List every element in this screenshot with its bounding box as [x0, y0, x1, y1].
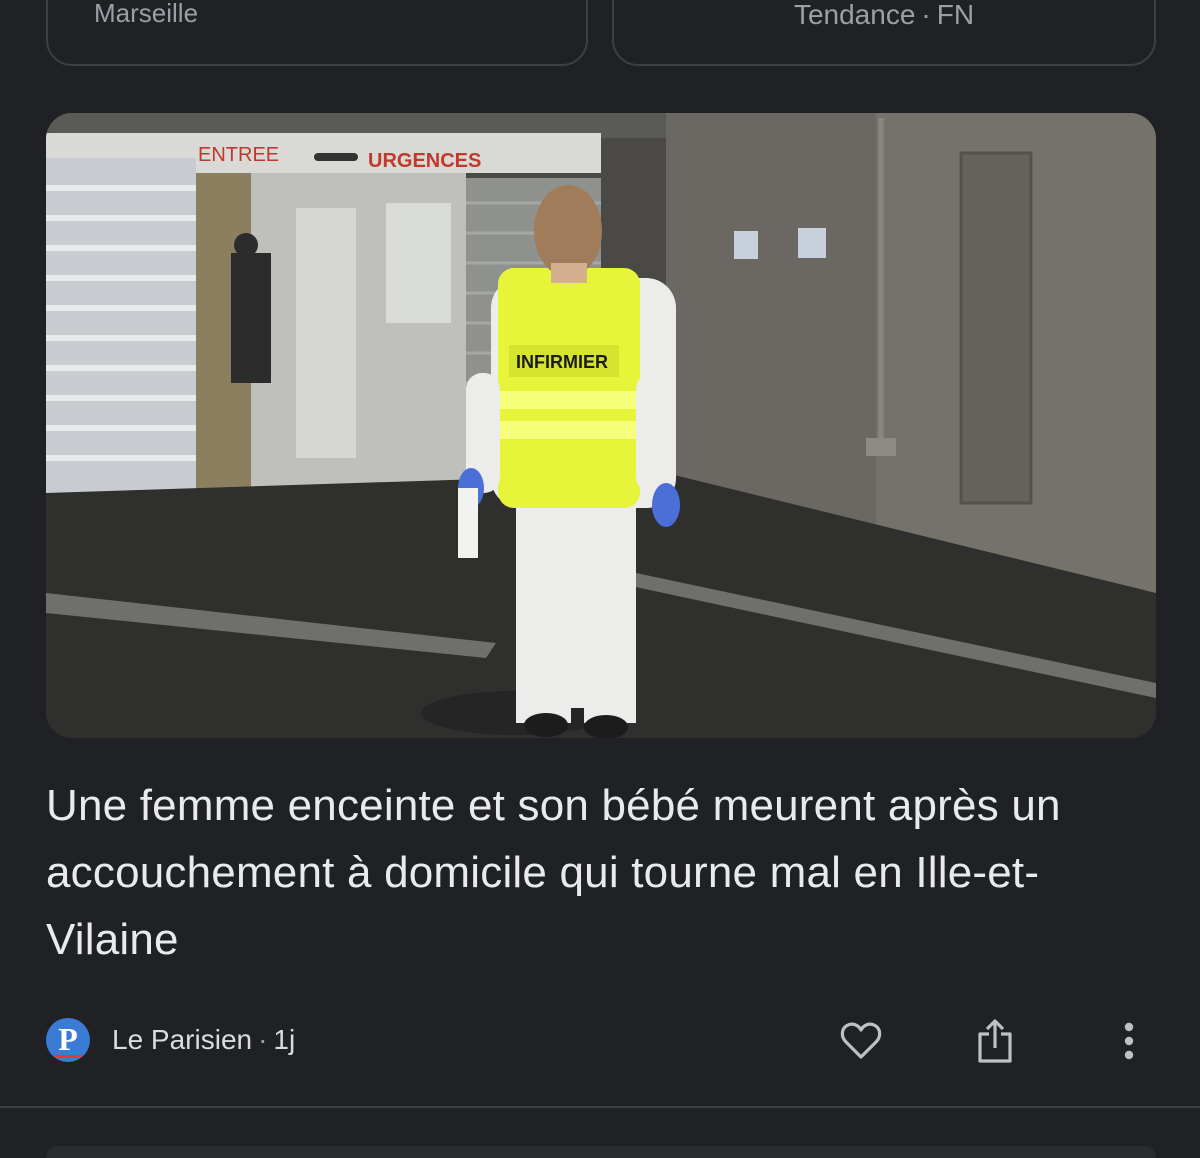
publisher-separator: · — [258, 1024, 268, 1055]
related-card-right-label: Tendance · FN — [614, 0, 1154, 31]
share-button[interactable] — [970, 1016, 1020, 1066]
related-card-left-avatar — [478, 0, 628, 14]
related-card-left[interactable]: Marseille — [46, 0, 588, 66]
related-card-right[interactable]: Tendance · FN — [612, 0, 1156, 66]
related-card-left-text: Marseille — [94, 0, 199, 28]
more-vert-icon — [1124, 1022, 1134, 1060]
publisher-name: Le Parisien — [112, 1024, 253, 1055]
sign-entree-text: ENTREE — [198, 144, 279, 166]
publisher-info[interactable]: Le Parisien · 1j — [112, 1024, 295, 1056]
feed-divider — [0, 1106, 1200, 1108]
like-button[interactable] — [836, 1016, 886, 1066]
article-age: 1j — [273, 1024, 296, 1055]
publisher-logo: P — [46, 1018, 90, 1062]
next-article-card[interactable] — [46, 1146, 1156, 1158]
article-source-row: P Le Parisien · 1j — [46, 1016, 1156, 1066]
related-card-right-source: FN — [936, 0, 975, 30]
heart-outline-icon — [840, 1022, 882, 1059]
sign-urgences-text: URGENCES — [368, 150, 481, 172]
publisher-logo-letter: P — [58, 1021, 78, 1057]
article-headline[interactable]: Une femme enceinte et son bébé meurent a… — [46, 772, 1156, 973]
more-options-button[interactable] — [1104, 1016, 1154, 1066]
share-icon — [978, 1019, 1012, 1063]
related-card-right-separator: · — [921, 0, 931, 30]
news-feed: Marseille Tendance·FN ENTREE URGENCES — [0, 0, 1200, 1158]
related-card-right-topic: Tendance — [793, 0, 916, 30]
article-image[interactable]: ENTREE URGENCES INFIRMIER — [46, 113, 1156, 738]
vest-infirmier-text: INFIRMIER — [516, 352, 608, 372]
